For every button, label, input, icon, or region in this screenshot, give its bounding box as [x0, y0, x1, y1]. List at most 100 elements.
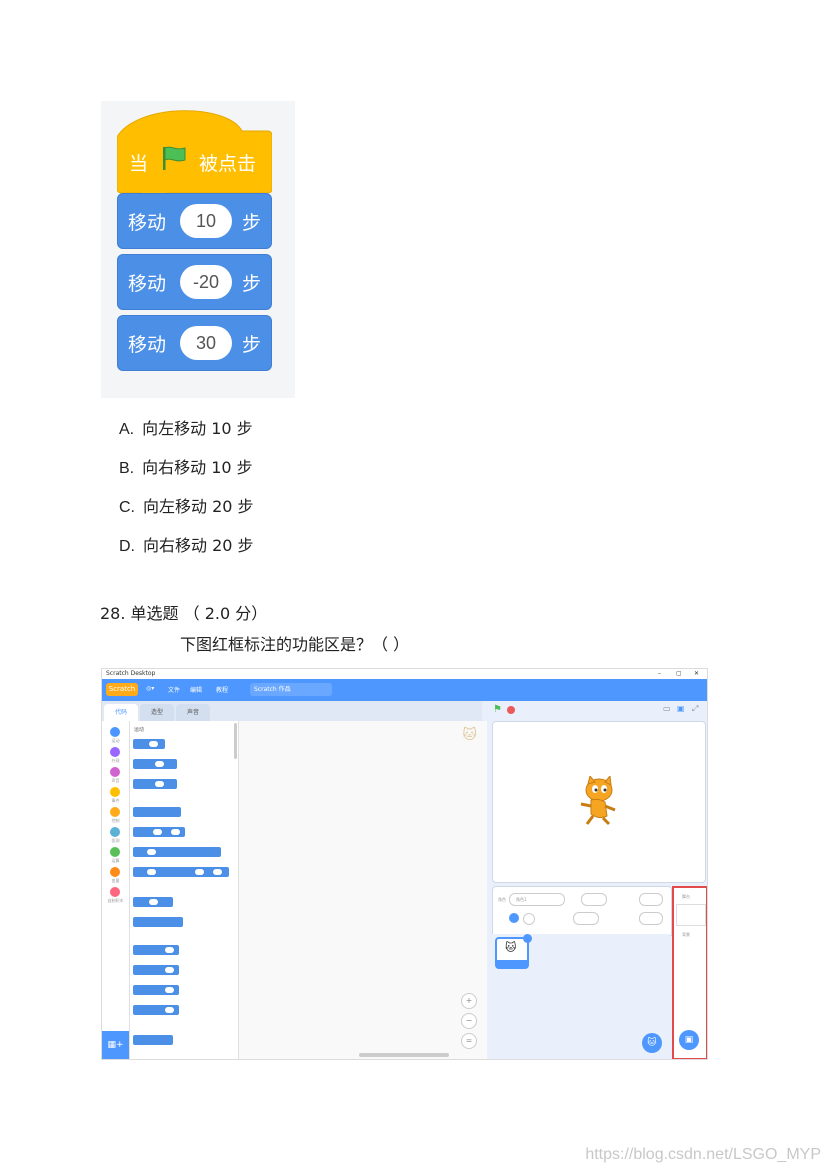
category-motion[interactable]	[110, 727, 120, 737]
delete-sprite-icon[interactable]	[523, 934, 532, 943]
palette-block[interactable]	[133, 917, 183, 927]
question-number: 28. 单选题 （ 2.0 分）	[100, 604, 268, 623]
zoom-out-icon[interactable]: −	[461, 1013, 477, 1029]
y-position-input[interactable]	[639, 893, 663, 906]
hat-suffix: 被点击	[199, 153, 257, 175]
fullscreen-icon[interactable]: ⤢	[692, 704, 698, 714]
palette-block[interactable]	[133, 1005, 179, 1015]
move-label: 移动	[128, 334, 167, 356]
project-title-input[interactable]: Scratch 作品	[250, 683, 332, 696]
option-text: 向左移动 20 步	[143, 497, 254, 516]
palette-block[interactable]	[133, 945, 179, 955]
zoom-reset-icon[interactable]: =	[461, 1033, 477, 1049]
stage[interactable]	[492, 721, 706, 883]
option-letter: B.	[119, 460, 135, 477]
stop-icon[interactable]	[507, 706, 515, 714]
maximize-icon[interactable]: ▢	[676, 670, 682, 677]
palette-block[interactable]	[133, 897, 173, 907]
move-label: 移动	[128, 273, 167, 295]
close-icon[interactable]: ✕	[694, 670, 699, 677]
size-input[interactable]	[573, 912, 599, 925]
palette-block[interactable]	[133, 847, 221, 857]
window-title: Scratch Desktop	[106, 670, 156, 677]
move-label: 移动	[128, 212, 167, 234]
category-events[interactable]	[110, 787, 120, 797]
palette-block[interactable]	[133, 779, 177, 789]
menu-bar: Scratch ◎▾ 文件 编辑 教程 Scratch 作品	[102, 679, 707, 701]
option-letter: C.	[119, 499, 135, 516]
category-looks[interactable]	[110, 747, 120, 757]
scratch-blocks-image: 当 被点击 移动 10 步 移动 -20 步 移动 30 步	[101, 101, 295, 398]
category-operators[interactable]	[110, 847, 120, 857]
category-menu: 运动 外观 声音 事件 控制 侦测 运算 变量 自制积木 ▦+	[102, 721, 130, 1059]
add-backdrop-button[interactable]: ▣	[679, 1030, 699, 1050]
stage-backdrop-panel-highlighted[interactable]: 舞台 背景 ▣	[672, 886, 707, 1059]
window-titlebar: Scratch Desktop – ▢ ✕	[102, 669, 707, 679]
category-label: 声音	[111, 778, 120, 783]
palette-block[interactable]	[133, 827, 185, 837]
show-sprite-icon[interactable]	[509, 913, 519, 923]
minimize-icon[interactable]: –	[658, 670, 661, 677]
stage-panel-label: 舞台	[682, 894, 690, 899]
palette-block[interactable]	[133, 807, 181, 817]
zoom-in-icon[interactable]: +	[461, 993, 477, 1009]
sprite-watermark-icon: 🐱	[462, 727, 477, 743]
palette-header: 运动	[134, 727, 145, 733]
category-sound[interactable]	[110, 767, 120, 777]
scratch-logo[interactable]: Scratch	[106, 683, 138, 696]
category-control[interactable]	[110, 807, 120, 817]
option-text: 向右移动 20 步	[143, 536, 254, 555]
sprite-thumbnail[interactable]: 🐱	[495, 934, 532, 969]
palette-block[interactable]	[133, 739, 165, 749]
palette-scrollbar[interactable]	[234, 723, 237, 759]
option-c[interactable]: C. 向左移动 20 步	[119, 493, 254, 517]
option-d[interactable]: D. 向右移动 20 步	[119, 532, 254, 556]
category-label: 侦测	[111, 838, 120, 843]
sprite-label: 角色	[498, 897, 506, 902]
hide-sprite-icon[interactable]	[523, 913, 535, 925]
category-label: 外观	[111, 758, 120, 763]
category-variables[interactable]	[110, 867, 120, 877]
editor-tabs: 代码 造型 声音	[102, 701, 482, 721]
sprite-name-input[interactable]: 角色1	[509, 893, 565, 906]
menu-file[interactable]: 文件	[168, 685, 180, 694]
category-label: 运算	[111, 858, 120, 863]
category-label: 控制	[111, 818, 120, 823]
add-extension-icon[interactable]: ▦+	[102, 1031, 129, 1059]
option-letter: A.	[119, 421, 135, 438]
category-my-blocks[interactable]	[110, 887, 120, 897]
option-b[interactable]: B. 向右移动 10 步	[119, 454, 253, 478]
menu-tutorials[interactable]: 教程	[216, 685, 228, 694]
globe-icon[interactable]: ◎▾	[146, 685, 154, 692]
stage-thumbnail[interactable]	[676, 904, 706, 926]
option-text: 向左移动 10 步	[142, 419, 253, 438]
green-flag-icon[interactable]: ⚑	[493, 704, 502, 715]
move-block-3: 移动 30 步	[117, 315, 272, 371]
tab-costumes[interactable]: 造型	[140, 704, 174, 721]
palette-block[interactable]	[133, 759, 177, 769]
palette-block[interactable]	[133, 1035, 173, 1045]
menu-edit[interactable]: 编辑	[190, 685, 202, 694]
x-position-input[interactable]	[581, 893, 607, 906]
palette-block[interactable]	[133, 985, 179, 995]
tab-sounds[interactable]: 声音	[176, 704, 210, 721]
option-letter: D.	[119, 538, 135, 555]
palette-block[interactable]	[133, 965, 179, 975]
category-label: 变量	[111, 878, 120, 883]
small-stage-icon[interactable]: ▭	[663, 704, 671, 713]
sprite-info-panel: 角色 角色1	[492, 886, 672, 936]
tab-code[interactable]: 代码	[104, 704, 138, 721]
move-block-1: 移动 10 步	[117, 193, 272, 249]
code-scrollbar[interactable]	[359, 1053, 449, 1057]
move-unit: 步	[242, 212, 262, 234]
large-stage-icon[interactable]: ▣	[677, 704, 685, 713]
cat-sprite-icon	[580, 776, 616, 826]
add-sprite-button[interactable]: 🐱	[642, 1033, 662, 1053]
direction-input[interactable]	[639, 912, 663, 925]
category-label: 运动	[111, 738, 120, 743]
palette-block[interactable]	[133, 867, 229, 877]
code-area[interactable]: 🐱 + − =	[239, 721, 487, 1059]
watermark: https://blog.csdn.net/LSGO_MYP	[585, 1146, 821, 1163]
option-a[interactable]: A. 向左移动 10 步	[119, 415, 253, 439]
category-sensing[interactable]	[110, 827, 120, 837]
